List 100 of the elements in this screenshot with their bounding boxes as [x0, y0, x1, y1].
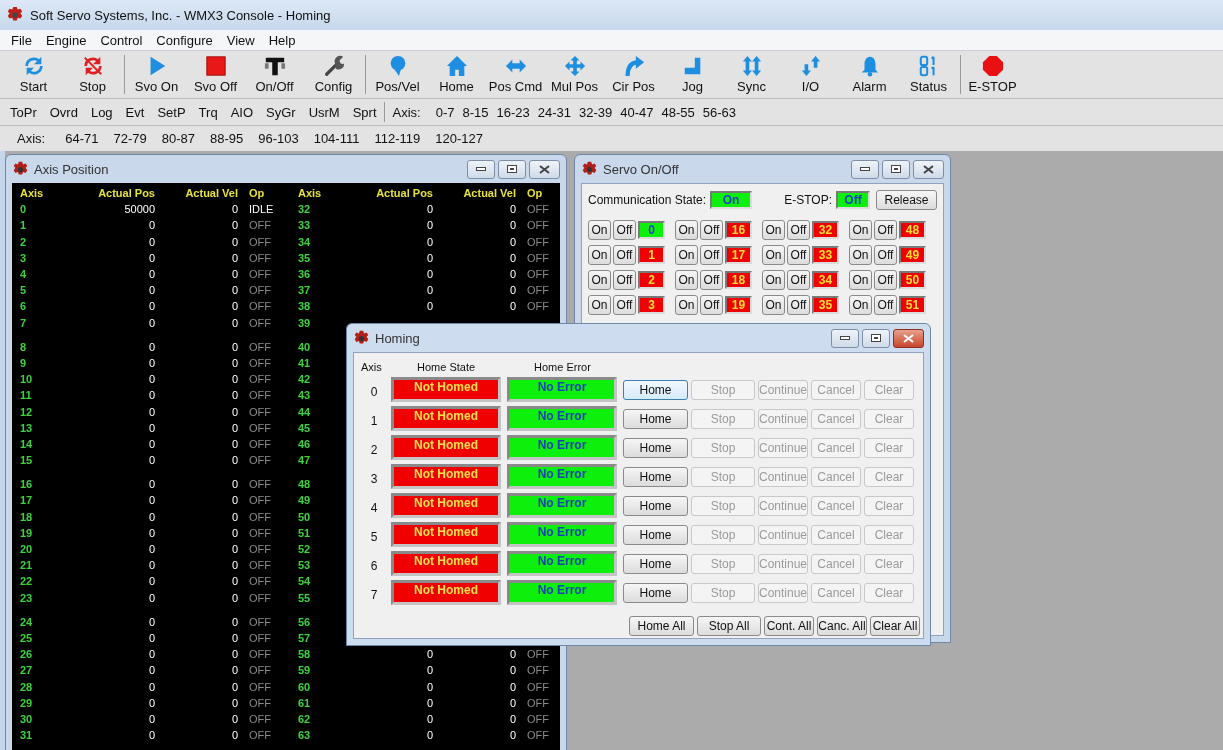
off-button[interactable]: Off — [874, 269, 897, 290]
axis-range-link[interactable]: 96-103 — [258, 131, 299, 146]
off-button[interactable]: Off — [700, 294, 723, 315]
off-button[interactable]: Off — [787, 294, 810, 315]
toolbar-link[interactable]: ToPr — [10, 104, 37, 120]
menu-item[interactable]: Control — [93, 32, 150, 48]
on-button[interactable]: On — [588, 269, 611, 290]
toolbar-button[interactable]: Svo On — [127, 51, 186, 98]
toolbar-button[interactable]: Pos/Vel — [368, 51, 427, 98]
axis-range-link[interactable]: 112-119 — [374, 131, 421, 146]
toolbar-button[interactable]: Config — [304, 51, 363, 98]
action-button[interactable]: Home — [623, 466, 688, 487]
on-button[interactable]: On — [762, 219, 785, 240]
axis-range-link[interactable]: 24-31 — [537, 104, 572, 120]
axis-range-link[interactable]: 40-47 — [620, 104, 654, 120]
off-button[interactable]: Off — [700, 219, 723, 240]
menu-item[interactable]: Engine — [38, 32, 94, 48]
off-button[interactable]: Off — [613, 219, 636, 240]
menu-item[interactable]: Configure — [149, 32, 220, 48]
action-button[interactable]: Home — [623, 437, 688, 458]
on-button[interactable]: On — [762, 269, 785, 290]
off-button[interactable]: Off — [700, 244, 723, 265]
toolbar-button[interactable]: Cir Pos — [604, 51, 663, 98]
menu-item[interactable]: View — [219, 32, 262, 48]
minimize-button[interactable] — [831, 328, 859, 348]
action-button[interactable]: Home All — [629, 616, 694, 636]
menu-item[interactable]: File — [4, 32, 39, 48]
off-button[interactable]: Off — [787, 269, 810, 290]
toolbar-link[interactable]: Ovrd — [49, 104, 78, 120]
toolbar-link[interactable]: SyGr — [266, 104, 296, 120]
axis-range-link[interactable]: 80-87 — [161, 131, 195, 146]
toolbar-button[interactable]: Alarm — [840, 51, 899, 98]
on-button[interactable]: On — [849, 219, 872, 240]
on-button[interactable]: On — [762, 244, 785, 265]
toolbar-button[interactable]: Start — [4, 51, 63, 98]
toolbar-link[interactable]: UsrM — [308, 104, 340, 120]
on-button[interactable]: On — [588, 294, 611, 315]
maximize-button[interactable] — [498, 159, 526, 179]
close-button[interactable] — [913, 159, 944, 179]
off-button[interactable]: Off — [613, 294, 636, 315]
axis-range-link[interactable]: 8-15 — [462, 104, 489, 120]
axis-range-link[interactable]: 72-79 — [113, 131, 147, 146]
action-button[interactable]: Home — [623, 408, 688, 429]
toolbar-button[interactable]: E-STOP — [963, 51, 1022, 98]
axis-range-link[interactable]: 32-39 — [579, 104, 613, 120]
toolbar-button[interactable]: I/O — [781, 51, 840, 98]
action-button[interactable]: Clear All — [870, 616, 920, 636]
action-button[interactable]: Canc. All — [817, 616, 867, 636]
action-button[interactable]: Home — [623, 553, 688, 574]
toolbar-button[interactable]: Home — [427, 51, 486, 98]
toolbar-button[interactable]: Stop — [63, 51, 122, 98]
axis-range-link[interactable]: 56-63 — [702, 104, 737, 120]
toolbar-button[interactable]: Mul Pos — [545, 51, 604, 98]
toolbar-button[interactable]: Status — [899, 51, 958, 98]
axis-range-link[interactable]: 120-127 — [435, 131, 483, 146]
axis-range-link[interactable]: 16-23 — [496, 104, 530, 120]
toolbar-link[interactable]: AIO — [230, 104, 254, 120]
toolbar-link[interactable]: Trq — [198, 104, 218, 120]
on-button[interactable]: On — [675, 294, 698, 315]
on-button[interactable]: On — [675, 219, 698, 240]
off-button[interactable]: Off — [874, 219, 897, 240]
axis-range-link[interactable]: 104-111 — [313, 131, 360, 146]
on-button[interactable]: On — [849, 269, 872, 290]
maximize-button[interactable] — [862, 328, 890, 348]
axis-range-link[interactable]: 48-55 — [661, 104, 695, 120]
action-button[interactable]: Home — [623, 495, 688, 516]
toolbar-button[interactable]: Sync — [722, 51, 781, 98]
on-button[interactable]: On — [588, 219, 611, 240]
off-button[interactable]: Off — [874, 244, 897, 265]
off-button[interactable]: Off — [613, 269, 636, 290]
on-button[interactable]: On — [762, 294, 785, 315]
axis-range-link[interactable]: 88-95 — [209, 131, 244, 146]
off-button[interactable]: Off — [613, 244, 636, 265]
close-button[interactable] — [529, 159, 560, 179]
toolbar-button[interactable]: Jog — [663, 51, 722, 98]
minimize-button[interactable] — [851, 159, 879, 179]
maximize-button[interactable] — [882, 159, 910, 179]
axis-range-link[interactable]: 64-71 — [65, 131, 99, 146]
action-button[interactable]: Stop All — [697, 616, 761, 636]
action-button[interactable]: Home — [623, 379, 688, 400]
off-button[interactable]: Off — [787, 244, 810, 265]
on-button[interactable]: On — [675, 244, 698, 265]
release-button[interactable]: Release — [876, 190, 937, 210]
toolbar-button[interactable]: Svo Off — [186, 51, 245, 98]
on-button[interactable]: On — [849, 294, 872, 315]
toolbar-link[interactable]: Evt — [125, 104, 145, 120]
on-button[interactable]: On — [588, 244, 611, 265]
toolbar-button[interactable]: Pos Cmd — [486, 51, 545, 98]
on-button[interactable]: On — [675, 269, 698, 290]
off-button[interactable]: Off — [787, 219, 810, 240]
toolbar-link[interactable]: Sprt — [352, 104, 377, 120]
off-button[interactable]: Off — [700, 269, 723, 290]
off-button[interactable]: Off — [874, 294, 897, 315]
close-button[interactable] — [893, 328, 924, 348]
on-button[interactable]: On — [849, 244, 872, 265]
axis-range-link[interactable]: 0-7 — [435, 104, 455, 120]
toolbar-link[interactable]: Log — [90, 104, 113, 120]
minimize-button[interactable] — [467, 159, 495, 179]
action-button[interactable]: Home — [623, 524, 688, 545]
toolbar-link[interactable]: SetP — [157, 104, 186, 120]
